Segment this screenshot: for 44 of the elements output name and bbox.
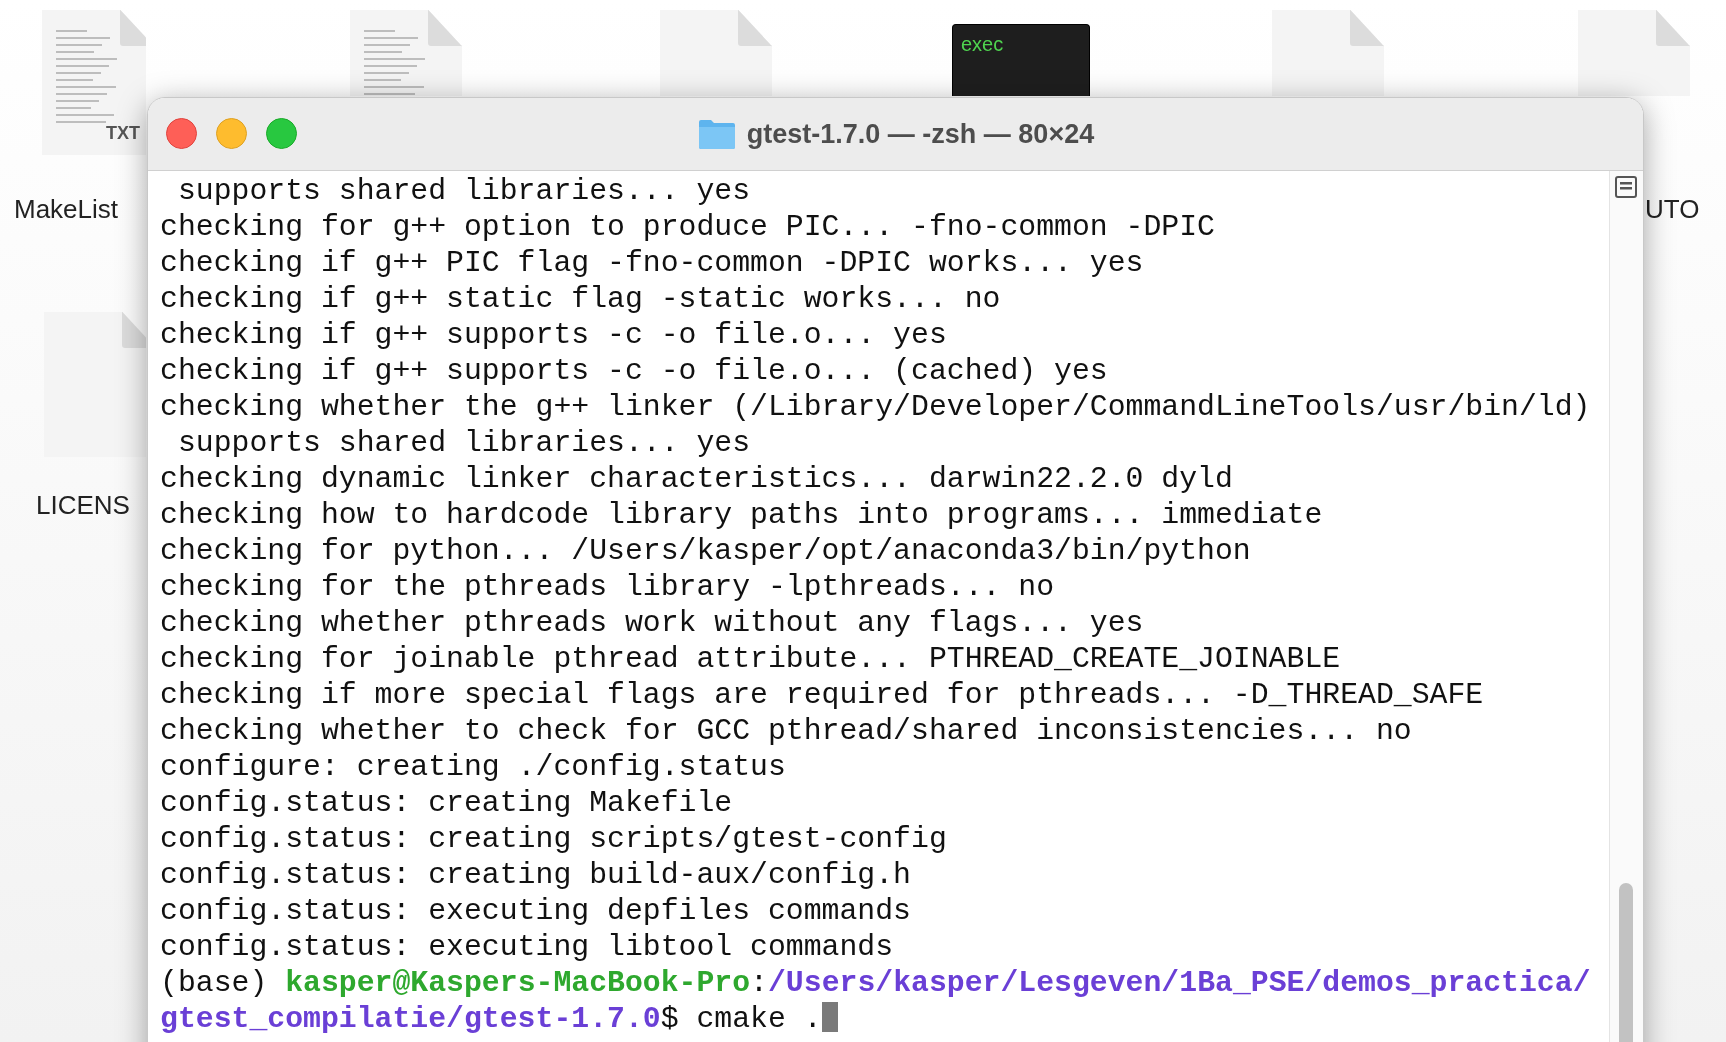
- document-icon[interactable]: [350, 10, 462, 96]
- output-line: checking for python... /Users/kasper/opt/anaconda3/bin/python: [160, 533, 1251, 569]
- document-icon[interactable]: [1578, 10, 1690, 96]
- file-label: LICENS: [36, 489, 130, 522]
- folder-icon: [696, 118, 737, 150]
- output-line: checking for the pthreads library -lpthreads... no: [160, 569, 1055, 605]
- output-line: checking if g++ static flag -static works... no: [160, 281, 1001, 317]
- output-line: config.status: creating Makefile: [160, 785, 733, 821]
- output-line: supports shared libraries... yes: [176, 425, 751, 461]
- page-fold: [122, 312, 146, 348]
- terminal-executable-icon[interactable]: exec: [952, 24, 1090, 96]
- output-line: checking if g++ supports -c -o file.o... (cached) yes: [160, 353, 1108, 389]
- window-title: gtest-1.7.0 — -zsh — 80×24: [746, 117, 1095, 151]
- output-line: config.status: executing depfiles commands: [160, 893, 911, 929]
- file-label: MakeList: [14, 193, 119, 226]
- document-icon[interactable]: TXT: [42, 10, 146, 155]
- output-line: checking for g++ option to produce PIC... -fno-common -DPIC: [160, 209, 1215, 245]
- output-line: config.status: creating scripts/gtest-config: [160, 821, 947, 857]
- zoom-button[interactable]: [266, 118, 297, 149]
- output-line: checking whether the g++ linker (/Library/Developer/CommandLineTools/usr/bin/ld): [160, 389, 1591, 425]
- output-line: checking if g++ supports -c -o file.o... yes: [160, 317, 947, 353]
- output-line: checking if g++ PIC flag -fno-common -DPIC works... yes: [160, 245, 1144, 281]
- output-line: checking whether to check for GCC pthread/shared inconsistencies... no: [160, 713, 1412, 749]
- text-cursor: [821, 1002, 838, 1032]
- output-line: supports shared libraries... yes: [176, 173, 751, 209]
- output-line: configure: creating ./config.status: [160, 749, 786, 785]
- document-icon[interactable]: [44, 312, 146, 457]
- scrollbar-thumb[interactable]: [1619, 883, 1633, 1042]
- document-icon[interactable]: [1272, 10, 1384, 96]
- output-line: checking how to hardcode library paths into programs... immediate: [160, 497, 1323, 533]
- executable-label: exec: [961, 33, 1004, 55]
- output-line: checking if more special flags are required for pthreads... -D_THREAD_SAFE: [160, 677, 1484, 713]
- minimize-button[interactable]: [216, 118, 247, 149]
- file-type-label: TXT: [106, 122, 140, 145]
- document-icon[interactable]: [660, 10, 772, 96]
- file-label: UTO: [1645, 193, 1700, 226]
- output-line: config.status: executing libtool commands: [160, 929, 894, 965]
- output-line: checking dynamic linker characteristics... darwin22.2.0 dyld: [160, 461, 1233, 497]
- output-line: config.status: creating build-aux/config.h: [160, 857, 911, 893]
- close-button[interactable]: [166, 118, 197, 149]
- list-icon[interactable]: [1614, 175, 1638, 199]
- shell-prompt: (base) kasper@Kaspers-MacBook-Pro:/Users/kasper/Lesgeven/1Ba_PSE/demos_practica/gtest_compilatie/gtest-1.7.0$ cmake .: [160, 965, 1592, 1037]
- output-line: checking whether pthreads work without any flags... yes: [160, 605, 1144, 641]
- output-line: checking for joinable pthread attribute... PTHREAD_CREATE_JOINABLE: [160, 641, 1341, 677]
